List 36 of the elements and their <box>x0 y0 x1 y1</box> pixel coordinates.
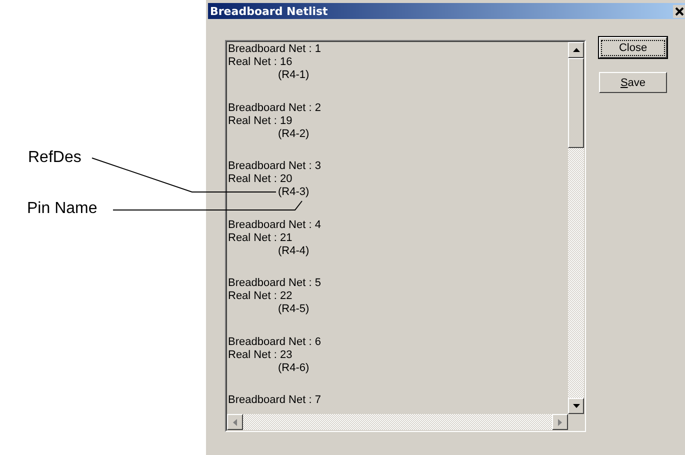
netlist-line: Breadboard Net : 3 <box>228 160 321 173</box>
netlist-line: (R4-2) <box>278 128 310 140</box>
left-arrow-icon <box>233 418 237 426</box>
right-arrow-icon <box>558 418 562 426</box>
down-arrow-icon <box>572 404 580 408</box>
netlist-line: Real Net : 22 <box>228 290 294 303</box>
scroll-up-button[interactable] <box>568 42 584 58</box>
netlist-line: Breadboard Net : 1 <box>228 43 321 56</box>
horizontal-scrollbar[interactable] <box>227 414 568 430</box>
netlist-line: (R4-1) <box>278 69 310 81</box>
window-title: Breadboard Netlist <box>210 4 328 18</box>
dialog-button[interactable]: Save <box>599 72 667 93</box>
netlist-line: Breadboard Net : 6 <box>228 336 321 348</box>
netlist-line: Real Net : 23 <box>228 348 294 362</box>
annotation-label: Pin Name <box>27 200 98 218</box>
netlist-line: Breadboard Net : 2 <box>228 102 321 114</box>
netlist-line: (R4-3) <box>278 186 310 198</box>
netlist-line: Breadboard Net : 5 <box>228 277 321 290</box>
scroll-thumb[interactable] <box>568 58 584 148</box>
netlist-line: (R4-5) <box>278 303 310 315</box>
scroll-down-button[interactable] <box>568 398 584 414</box>
annotation-label: RefDes <box>28 149 82 167</box>
netlist-line: Breadboard Net : 7 <box>228 394 321 407</box>
netlist-line: Real Net : 20 <box>228 173 294 186</box>
netlist-line: Real Net : 16 <box>228 56 294 69</box>
netlist-line: Real Net : 19 <box>228 114 294 128</box>
vertical-scrollbar[interactable] <box>568 42 584 414</box>
netlist-line: (R4-4) <box>278 244 310 256</box>
up-arrow-icon <box>572 48 580 52</box>
scroll-right-button[interactable] <box>552 414 568 430</box>
close-icon[interactable] <box>673 4 685 18</box>
scroll-left-button[interactable] <box>227 414 243 430</box>
netlist-line: Real Net : 21 <box>228 232 294 244</box>
dialog-button[interactable]: Close <box>599 37 667 58</box>
netlist-line: (R4-6) <box>278 362 310 374</box>
netlist-line: Breadboard Net : 4 <box>228 218 321 232</box>
